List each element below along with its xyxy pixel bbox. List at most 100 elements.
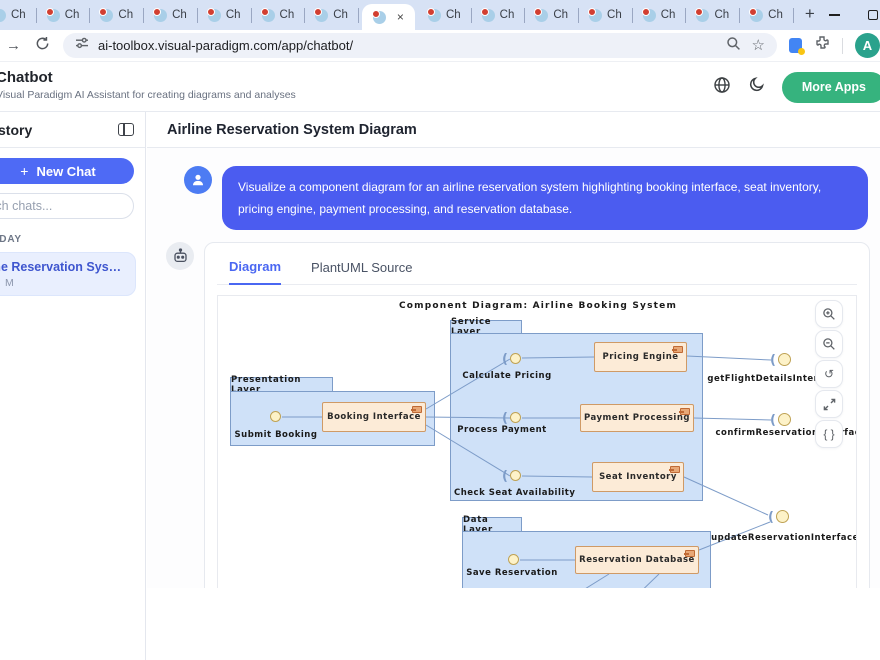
socket-confirm-reservation: (: [770, 414, 776, 427]
fullscreen-button[interactable]: [815, 390, 843, 418]
more-apps-button[interactable]: More Apps: [782, 72, 880, 103]
component-icon: [670, 466, 680, 473]
browser-window: Ch Ch Ch Ch: [0, 0, 880, 660]
browser-tab[interactable]: Ch: [528, 0, 575, 30]
socket-update-reservation: (: [768, 511, 774, 524]
component-icon: [412, 406, 422, 413]
new-tab-button[interactable]: +: [805, 4, 815, 24]
diagram-viewport[interactable]: Component Diagram: Airline Booking Syste…: [217, 295, 857, 588]
tab-separator: [685, 8, 686, 23]
tab-label: Ch: [714, 9, 729, 21]
interface-label-update-reservation: updateReservationInterface: [700, 533, 857, 543]
tab-separator: [471, 8, 472, 23]
tab-plantuml-source[interactable]: PlantUML Source: [311, 260, 412, 284]
reload-icon[interactable]: [35, 36, 50, 55]
zoom-in-button[interactable]: [815, 300, 843, 328]
tab-label: Ch: [333, 9, 348, 21]
zoom-page-icon[interactable]: [726, 36, 741, 56]
history-title: History: [0, 122, 32, 138]
browser-tab[interactable]: Ch: [421, 0, 468, 30]
view-source-button[interactable]: { }: [815, 420, 843, 448]
browser-tab[interactable]: Ch: [689, 0, 736, 30]
site-favicon: [154, 9, 167, 22]
assistant-robot-avatar: [166, 242, 194, 270]
tab-separator: [524, 8, 525, 23]
toolbar-extensions-area: A: [789, 33, 880, 58]
plus-icon: +: [20, 163, 28, 179]
browser-tab[interactable]: Ch: [147, 0, 194, 30]
chat-history-item[interactable]: Airline Reservation System Diagram M: [0, 252, 136, 296]
port-label-submit-booking: Submit Booking: [231, 430, 321, 440]
browser-tab-strip: Ch Ch Ch Ch: [0, 0, 880, 30]
component-seat-inventory[interactable]: Seat Inventory: [592, 462, 684, 492]
tab-label: Ch: [661, 9, 676, 21]
extensions-puzzle-icon[interactable]: [814, 35, 830, 56]
profile-avatar[interactable]: A: [855, 33, 880, 58]
pinned-extension-icon[interactable]: [789, 38, 802, 53]
bookmark-star-icon[interactable]: ☆: [752, 38, 765, 53]
tab-group-right: Ch Ch Ch Ch: [421, 0, 797, 30]
component-payment-processing[interactable]: Payment Processing: [580, 404, 694, 432]
new-chat-button[interactable]: + New Chat: [0, 158, 134, 184]
collapse-sidebar-icon[interactable]: [118, 123, 134, 136]
zoom-out-button[interactable]: [815, 330, 843, 358]
dark-mode-moon-icon[interactable]: [748, 76, 765, 98]
browser-tab[interactable]: Ch: [93, 0, 140, 30]
connector-lines: [218, 296, 857, 588]
socket-process-payment: (: [502, 412, 508, 425]
search-chats-input[interactable]: [0, 193, 134, 219]
tab-diagram[interactable]: Diagram: [229, 259, 281, 285]
browser-toolbar: → ai-toolbox.visual-paradigm.com/app/cha…: [0, 30, 880, 62]
language-globe-icon[interactable]: [713, 76, 731, 99]
section-label-today: TODAY: [0, 234, 146, 245]
new-chat-label: New Chat: [36, 164, 95, 179]
assistant-message-row: Diagram PlantUML Source Component Diagra…: [147, 230, 880, 588]
browser-tab[interactable]: Ch: [40, 0, 87, 30]
tab-separator: [143, 8, 144, 23]
address-bar[interactable]: ai-toolbox.visual-paradigm.com/app/chatb…: [63, 33, 777, 58]
tab-label: Ch: [768, 9, 783, 21]
browser-tab[interactable]: Ch: [0, 0, 33, 30]
tab-label: Ch: [65, 9, 80, 21]
port-label-check-seat-availability: Check Seat Availability: [454, 488, 574, 498]
site-favicon: [696, 9, 709, 22]
tab-label: Ch: [607, 9, 622, 21]
window-minimize-button[interactable]: [829, 0, 840, 30]
browser-tab[interactable]: Ch: [308, 0, 355, 30]
user-message-row: Visualize a component diagram for an air…: [147, 148, 880, 230]
browser-tab[interactable]: Ch: [582, 0, 629, 30]
page-title: Airline Reservation System Diagram: [167, 122, 417, 138]
reset-view-button[interactable]: ↺: [815, 360, 843, 388]
port-label-calculate-pricing: Calculate Pricing: [457, 371, 557, 381]
url-text: ai-toolbox.visual-paradigm.com/app/chatb…: [98, 38, 353, 53]
chat-main: Airline Reservation System Diagram Visua…: [147, 112, 880, 660]
site-favicon: [589, 9, 602, 22]
tab-separator: [793, 8, 794, 23]
component-pricing-engine[interactable]: Pricing Engine: [594, 342, 687, 372]
tab-separator: [304, 8, 305, 23]
browser-tab[interactable]: Ch: [255, 0, 302, 30]
tab-separator: [739, 8, 740, 23]
tab-separator: [578, 8, 579, 23]
browser-tab-active[interactable]: ×: [362, 4, 415, 30]
site-settings-icon[interactable]: [75, 36, 89, 55]
browser-tab[interactable]: Ch: [636, 0, 683, 30]
tab-label: Ch: [11, 9, 26, 21]
close-tab-icon[interactable]: ×: [397, 11, 404, 23]
tab-label: Ch: [280, 9, 295, 21]
browser-tab[interactable]: Ch: [201, 0, 248, 30]
window-maximize-button[interactable]: [868, 0, 878, 30]
browser-tab[interactable]: Ch: [475, 0, 522, 30]
history-sidebar: History + New Chat TODAY Airline Reserva…: [0, 112, 146, 660]
site-favicon: [643, 9, 656, 22]
component-booking-interface[interactable]: Booking Interface: [322, 402, 426, 432]
tab-separator: [358, 8, 359, 23]
socket-get-flight-details: (: [770, 354, 776, 367]
user-avatar: [184, 166, 212, 194]
browser-tab[interactable]: Ch: [743, 0, 790, 30]
tab-separator: [197, 8, 198, 23]
component-reservation-database[interactable]: Reservation Database: [575, 546, 699, 574]
diagram-zoom-controls: ↺ { }: [815, 300, 843, 448]
site-favicon: [482, 9, 495, 22]
forward-icon[interactable]: →: [6, 37, 21, 54]
